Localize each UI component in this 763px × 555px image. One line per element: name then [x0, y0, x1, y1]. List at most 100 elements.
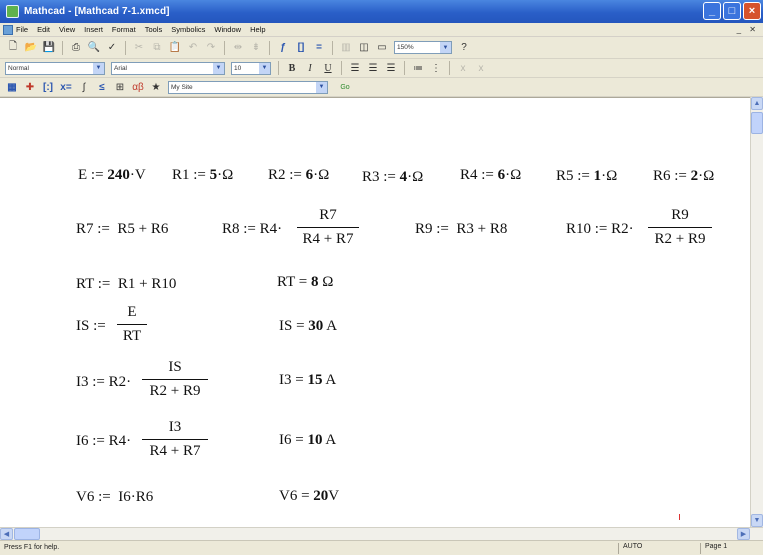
scroll-down-icon[interactable]: ▼: [751, 514, 763, 527]
i3-fraction[interactable]: IS R2 + R9: [142, 360, 208, 399]
menu-symbolics[interactable]: Symbolics: [171, 25, 205, 34]
cut-icon[interactable]: ✂: [132, 41, 146, 55]
scroll-up-icon[interactable]: ▲: [751, 97, 763, 110]
r6-definition[interactable]: R6 := 2·Ω: [653, 169, 714, 184]
close-button[interactable]: ×: [743, 2, 761, 20]
minimize-button[interactable]: _: [703, 2, 721, 20]
numbered-list-icon[interactable]: ⋮: [429, 61, 443, 75]
horizontal-scroll-thumb[interactable]: [14, 528, 40, 540]
evaluation-icon[interactable]: x=: [59, 80, 73, 94]
i3-result[interactable]: I3 = 15 A: [279, 373, 336, 388]
document-window-controls[interactable]: _ ✕: [737, 25, 759, 34]
menu-edit[interactable]: Edit: [37, 25, 50, 34]
scroll-left-icon[interactable]: ◀: [0, 528, 13, 540]
resource-center-icon[interactable]: ▭: [375, 41, 389, 55]
chevron-down-icon[interactable]: ▼: [440, 42, 451, 53]
save-disk-icon[interactable]: 💾: [42, 41, 56, 55]
menu-window[interactable]: Window: [214, 25, 241, 34]
rt-definition[interactable]: RT := R1 + R10: [76, 277, 176, 292]
matrix-icon[interactable]: [:]: [41, 80, 55, 94]
r3-definition[interactable]: R3 := 4·Ω: [362, 170, 423, 185]
bullet-list-icon[interactable]: ≔: [411, 61, 425, 75]
programming-icon[interactable]: ⊞: [113, 80, 127, 94]
insert-function-icon[interactable]: ƒ: [276, 41, 290, 55]
spell-check-icon[interactable]: ✓: [105, 41, 119, 55]
bold-button[interactable]: B: [285, 61, 299, 75]
r4-definition[interactable]: R4 := 6·Ω: [460, 168, 521, 183]
i6-definition-lhs[interactable]: I6 := R4·: [76, 434, 131, 449]
calculator-icon[interactable]: ▦: [5, 80, 19, 94]
rt-result[interactable]: RT = 8 Ω: [277, 275, 333, 290]
subscript-icon[interactable]: x: [456, 61, 470, 75]
print-icon[interactable]: ⎙: [69, 41, 83, 55]
url-select[interactable]: My Site ▼: [168, 80, 328, 94]
r9-definition[interactable]: R9 := R3 + R8: [415, 222, 507, 237]
print-preview-icon[interactable]: 🔍: [87, 41, 101, 55]
graph-toolbar-icon[interactable]: ✚: [23, 80, 37, 94]
insert-component-icon[interactable]: ◫: [357, 41, 371, 55]
copy-icon[interactable]: ⧉: [150, 41, 164, 55]
v6-definition[interactable]: V6 := I6·R6: [76, 490, 153, 505]
horizontal-scrollbar[interactable]: ◀ ▶: [0, 527, 763, 540]
r5-definition[interactable]: R5 := 1·Ω: [556, 169, 617, 184]
menu-insert[interactable]: Insert: [84, 25, 103, 34]
help-icon[interactable]: ?: [457, 41, 471, 55]
align-down-icon[interactable]: ⇟: [249, 41, 263, 55]
scroll-right-icon[interactable]: ▶: [737, 528, 750, 540]
align-across-icon[interactable]: ⇹: [231, 41, 245, 55]
v6-result[interactable]: V6 = 20V: [279, 489, 339, 504]
align-left-icon[interactable]: ☰: [348, 61, 362, 75]
font-size-select[interactable]: 10 ▼: [231, 61, 271, 75]
chevron-down-icon[interactable]: ▼: [259, 62, 270, 74]
is-definition-lhs[interactable]: IS :=: [76, 319, 106, 334]
chevron-down-icon[interactable]: ▼: [213, 62, 224, 74]
insert-unit-icon[interactable]: []: [294, 41, 308, 55]
align-center-icon[interactable]: ☰: [366, 61, 380, 75]
i6-fraction[interactable]: I3 R4 + R7: [142, 420, 208, 459]
vertical-scrollbar[interactable]: ▲ ▼: [750, 97, 763, 527]
r1-definition[interactable]: R1 := 5·Ω: [172, 168, 233, 183]
vertical-scroll-thumb[interactable]: [751, 112, 763, 134]
r7-definition[interactable]: R7 := R5 + R6: [76, 222, 168, 237]
calculate-icon[interactable]: =: [312, 41, 326, 55]
symbolic-icon[interactable]: ★: [149, 80, 163, 94]
menu-view[interactable]: View: [59, 25, 75, 34]
menu-help[interactable]: Help: [250, 25, 265, 34]
undo-icon[interactable]: ↶: [186, 41, 200, 55]
boolean-icon[interactable]: ≤: [95, 80, 109, 94]
mathcad-app-icon[interactable]: [6, 5, 19, 18]
go-button[interactable]: Go: [333, 80, 357, 94]
menu-tools[interactable]: Tools: [145, 25, 163, 34]
open-folder-icon[interactable]: 📂: [24, 41, 38, 55]
insert-graph-icon[interactable]: ▥: [339, 41, 353, 55]
style-select[interactable]: Normal ▼: [5, 61, 105, 75]
chevron-down-icon[interactable]: ▼: [93, 62, 104, 74]
is-fraction[interactable]: E RT: [117, 305, 147, 344]
worksheet[interactable]: E := 240·V R1 := 5·Ω R2 := 6·Ω R3 := 4·Ω…: [0, 97, 750, 527]
paste-icon[interactable]: 📋: [168, 41, 182, 55]
italic-button[interactable]: I: [303, 61, 317, 75]
superscript-icon[interactable]: x: [474, 61, 488, 75]
maximize-button[interactable]: □: [723, 2, 741, 20]
r8-definition-lhs[interactable]: R8 := R4·: [222, 222, 282, 237]
is-result[interactable]: IS = 30 A: [279, 319, 337, 334]
chevron-down-icon[interactable]: ▼: [316, 81, 327, 93]
redo-icon[interactable]: ↷: [204, 41, 218, 55]
e-definition[interactable]: E := 240·V: [78, 168, 146, 183]
new-document-icon[interactable]: 🗋: [6, 41, 20, 55]
font-select[interactable]: Arial ▼: [111, 61, 225, 75]
calculus-icon[interactable]: ∫: [77, 80, 91, 94]
r2-definition[interactable]: R2 := 6·Ω: [268, 168, 329, 183]
menu-file[interactable]: File: [16, 25, 28, 34]
r10-fraction[interactable]: R9 R2 + R9: [648, 208, 712, 247]
align-right-icon[interactable]: ☰: [384, 61, 398, 75]
i3-definition-lhs[interactable]: I3 := R2·: [76, 375, 131, 390]
r10-definition-lhs[interactable]: R10 := R2·: [566, 222, 634, 237]
zoom-select[interactable]: 150% ▼: [394, 41, 452, 54]
i6-result[interactable]: I6 = 10 A: [279, 433, 336, 448]
r8-fraction[interactable]: R7 R4 + R7: [297, 208, 359, 247]
underline-button[interactable]: U: [321, 61, 335, 75]
menu-format[interactable]: Format: [112, 25, 136, 34]
greek-icon[interactable]: αβ: [131, 80, 145, 94]
document-icon[interactable]: [3, 24, 13, 35]
